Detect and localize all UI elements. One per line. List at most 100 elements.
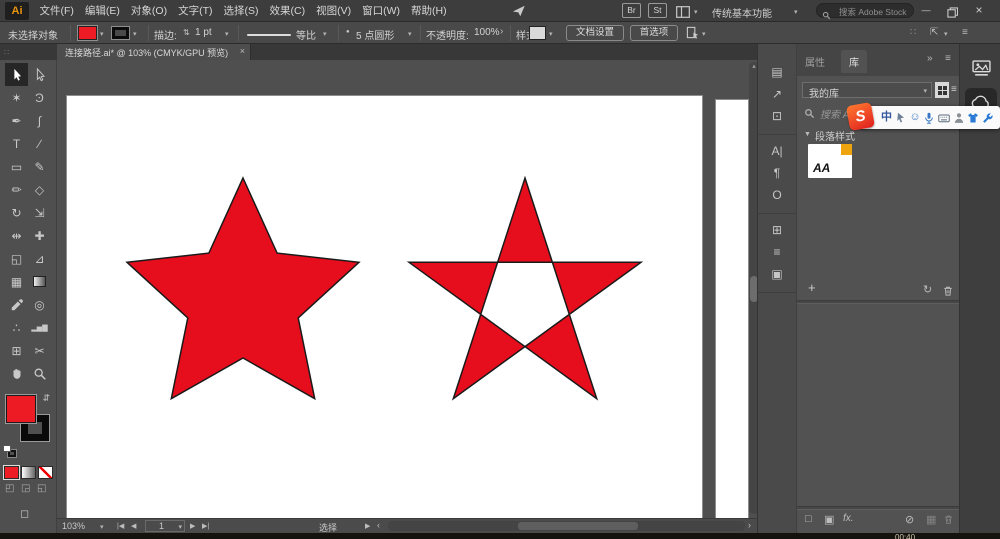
style-swatch[interactable]: [530, 27, 545, 39]
menu-type[interactable]: 文字(T): [173, 0, 218, 22]
skin-icon[interactable]: [967, 112, 979, 124]
menu-help[interactable]: 帮助(H): [406, 0, 453, 22]
scroll-right-icon[interactable]: ›: [748, 520, 751, 530]
gradient-tool[interactable]: [28, 270, 51, 293]
add-asset-button[interactable]: +: [808, 280, 816, 295]
chevron-down-icon[interactable]: ▾: [178, 523, 182, 531]
new-fill-button[interactable]: ▣: [824, 513, 834, 526]
zoom-level-value[interactable]: 103%: [62, 521, 85, 531]
artboard-tool[interactable]: ⊞: [5, 339, 28, 362]
adobe-stock-icon[interactable]: [965, 54, 997, 82]
line-segment-tool[interactable]: ∕: [28, 132, 51, 155]
workspace-switcher[interactable]: 传统基本功能: [712, 5, 772, 20]
panel-overflow-icon[interactable]: »: [927, 53, 933, 64]
zoom-tool[interactable]: [28, 362, 51, 385]
fill-indicator-swatch[interactable]: [7, 396, 35, 422]
menu-window[interactable]: 窗口(W): [357, 0, 406, 22]
first-artboard-icon[interactable]: |◀: [117, 522, 124, 530]
more-options-icon[interactable]: ›: [500, 26, 503, 37]
keyboard-icon[interactable]: [938, 112, 950, 124]
pentagram-star[interactable]: [406, 175, 644, 401]
perspective-grid-tool[interactable]: ⊿: [28, 247, 51, 270]
magic-wand-tool[interactable]: ✶: [5, 86, 28, 109]
stock-search-box[interactable]: 搜索 Adobe Stock: [816, 3, 914, 20]
dock-options-icon[interactable]: ⇱: [930, 27, 938, 38]
emoji-icon[interactable]: ☺: [909, 112, 920, 123]
chinese-mode-icon[interactable]: 中: [881, 112, 892, 123]
chevron-down-icon[interactable]: ▾: [794, 8, 798, 16]
sync-library-icon[interactable]: ↻: [923, 283, 932, 296]
chevron-down-icon[interactable]: ▾: [702, 30, 706, 38]
stroke-color-swatch[interactable]: [112, 27, 129, 39]
minimize-button[interactable]: —: [916, 0, 936, 22]
vertical-scroll-thumb[interactable]: [750, 276, 757, 302]
slice-tool[interactable]: ✂: [28, 339, 51, 362]
tools-panel-grip-icon[interactable]: ∷: [4, 48, 9, 57]
paragraph-panel-icon[interactable]: ¶: [758, 162, 796, 184]
add-effect-button[interactable]: fx.: [843, 513, 854, 524]
blend-tool[interactable]: ◎: [28, 293, 51, 316]
scroll-left-icon[interactable]: ‹: [377, 520, 380, 530]
screen-mode-icon[interactable]: ◻: [20, 507, 29, 520]
menu-select[interactable]: 选择(S): [218, 0, 264, 22]
mic-icon[interactable]: [923, 112, 935, 124]
draw-normal-icon[interactable]: ◰: [5, 483, 14, 494]
canvas-area[interactable]: ▴: [57, 60, 757, 518]
hand-tool[interactable]: [5, 362, 28, 385]
panel-menu-icon[interactable]: ≡: [945, 53, 951, 64]
sogou-logo-icon[interactable]: S: [846, 102, 875, 131]
last-artboard-icon[interactable]: ▶|: [202, 522, 209, 530]
width-tool[interactable]: ⇹: [5, 224, 28, 247]
cursor-icon[interactable]: [895, 112, 907, 124]
menu-effect[interactable]: 效果(C): [264, 0, 311, 22]
person-icon[interactable]: [953, 112, 965, 124]
menu-view[interactable]: 视图(V): [311, 0, 357, 22]
taskbar-strip[interactable]: 00:40: [0, 533, 1000, 539]
color-mode-button[interactable]: [4, 466, 19, 479]
symbol-sprayer-tool[interactable]: ∴: [5, 316, 28, 339]
document-tab[interactable]: 连接路径.ai* @ 103% (CMYK/GPU 预览) ×: [57, 44, 251, 60]
draw-inside-icon[interactable]: ◱: [37, 483, 46, 494]
draw-behind-icon[interactable]: ◲: [21, 483, 30, 494]
gradient-mode-button[interactable]: [21, 466, 36, 479]
section-label[interactable]: 段落样式: [815, 128, 855, 143]
eyedropper-tool[interactable]: [5, 293, 28, 316]
scroll-up-icon[interactable]: ▴: [750, 62, 757, 70]
layers-panel-icon[interactable]: ▤: [758, 61, 796, 83]
paragraph-style-asset[interactable]: AA: [808, 144, 852, 178]
menu-file[interactable]: 文件(F): [34, 0, 79, 22]
chevron-down-icon[interactable]: ▾: [225, 30, 229, 38]
eraser-tool[interactable]: ◇: [28, 178, 51, 201]
align-panel-icon[interactable]: ≡: [758, 241, 796, 263]
menu-edit[interactable]: 编辑(E): [79, 0, 125, 22]
chevron-down-icon[interactable]: ▾: [694, 8, 698, 16]
section-collapse-icon[interactable]: ▼: [804, 131, 811, 138]
toolbox-icon[interactable]: [982, 112, 994, 124]
document-cursor-icon[interactable]: [686, 26, 699, 44]
artboard-number-field[interactable]: 1 ▾: [145, 520, 185, 532]
grid-view-button[interactable]: [935, 82, 949, 98]
selection-tool[interactable]: [5, 63, 28, 86]
lasso-tool[interactable]: Ͽ: [28, 86, 51, 109]
mesh-tool[interactable]: ▦: [5, 270, 28, 293]
curvature-tool[interactable]: ∫: [28, 109, 51, 132]
chevron-down-icon[interactable]: ▾: [549, 30, 553, 38]
list-view-button[interactable]: ≡: [951, 84, 957, 95]
transform-panel-icon[interactable]: ⊞: [758, 219, 796, 241]
chevron-down-icon[interactable]: ▾: [100, 30, 104, 38]
pen-tool[interactable]: ✒: [5, 109, 28, 132]
rotate-tool[interactable]: ↻: [5, 201, 28, 224]
next-artboard-icon[interactable]: ▶: [190, 522, 195, 530]
tab-properties[interactable]: 属性: [805, 54, 825, 69]
library-select[interactable]: 我的库 ▾: [802, 82, 932, 100]
export-panel-icon[interactable]: ↗: [758, 83, 796, 105]
direct-selection-tool[interactable]: [28, 63, 51, 86]
status-flyout-icon[interactable]: ▶: [365, 522, 370, 530]
puppet-warp-tool[interactable]: ✚: [28, 224, 51, 247]
rectangle-tool[interactable]: ▭: [5, 155, 28, 178]
fill-color-swatch[interactable]: [79, 27, 96, 39]
close-icon[interactable]: ×: [240, 46, 245, 56]
shaper-tool[interactable]: ✏: [5, 178, 28, 201]
close-button[interactable]: ×: [968, 0, 990, 22]
delete-item-button[interactable]: [943, 514, 954, 528]
